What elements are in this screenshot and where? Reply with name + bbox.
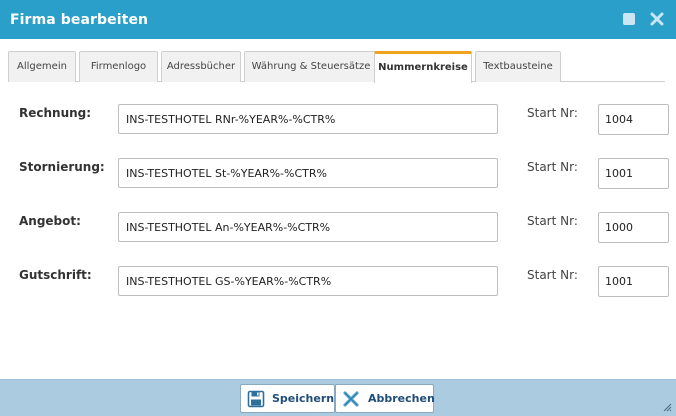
- dialog-footer: Speichern Abbrechen: [0, 379, 676, 416]
- gutschrift-start-input[interactable]: [598, 266, 669, 297]
- stornierung-start-label: Start Nr:: [527, 160, 578, 174]
- gutschrift-start-label: Start Nr:: [527, 268, 578, 282]
- tab-firmenlogo[interactable]: Firmenlogo: [79, 51, 158, 82]
- save-button-label: Speichern: [272, 392, 335, 405]
- cancel-button-label: Abbrechen: [368, 392, 435, 405]
- tab-nummernkreise[interactable]: Nummernkreise: [374, 51, 472, 83]
- dialog-titlebar: Firma bearbeiten: [0, 0, 676, 39]
- angebot-label: Angebot:: [19, 214, 81, 228]
- gutschrift-label: Gutschrift:: [19, 268, 92, 282]
- tab-textbausteine[interactable]: Textbausteine: [475, 51, 561, 82]
- gutschrift-pattern-input[interactable]: [118, 266, 498, 296]
- tab-adressbuecher[interactable]: Adressbücher: [161, 51, 241, 82]
- save-button[interactable]: Speichern: [240, 384, 335, 413]
- tab-waehrung-steuersaetze[interactable]: Währung & Steuersätze: [244, 51, 378, 82]
- square-icon: [623, 13, 635, 25]
- rechnung-start-input[interactable]: [598, 104, 669, 135]
- stornierung-pattern-input[interactable]: [118, 158, 498, 188]
- angebot-start-label: Start Nr:: [527, 214, 578, 228]
- angebot-start-input[interactable]: [598, 212, 669, 243]
- resize-grip-icon[interactable]: [662, 402, 672, 412]
- rechnung-start-label: Start Nr:: [527, 106, 578, 120]
- angebot-pattern-input[interactable]: [118, 212, 498, 242]
- close-icon: [343, 391, 359, 407]
- rechnung-pattern-input[interactable]: [118, 104, 498, 134]
- close-icon: [650, 12, 664, 26]
- cancel-button[interactable]: Abbrechen: [335, 384, 435, 413]
- stornierung-label: Stornierung:: [19, 160, 105, 174]
- dialog-title: Firma bearbeiten: [10, 12, 149, 28]
- maximize-button[interactable]: [621, 11, 637, 27]
- close-button[interactable]: [649, 11, 665, 27]
- rechnung-label: Rechnung:: [19, 106, 92, 120]
- tab-allgemein[interactable]: Allgemein: [8, 51, 76, 82]
- tab-bar: Allgemein Firmenlogo Adressbücher Währun…: [8, 51, 665, 83]
- floppy-disk-icon: [247, 390, 265, 408]
- stornierung-start-input[interactable]: [598, 158, 669, 189]
